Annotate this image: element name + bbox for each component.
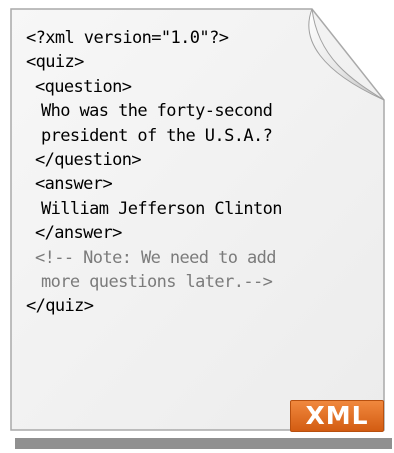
code-comment-line: more questions later.--> [41, 271, 273, 292]
xml-badge: XML [290, 400, 384, 432]
code-line: <question> [35, 76, 132, 97]
code-line: Who was the forty-second [41, 101, 273, 122]
code-line: <?xml version="1.0"?> [26, 28, 229, 48]
code-comment-line: <!-- Note: We need to add [35, 247, 276, 268]
code-line: president of the U.S.A.? [41, 125, 273, 146]
code-line: </answer> [35, 223, 122, 244]
code-line: </question> [35, 149, 142, 170]
xml-code-block: <?xml version="1.0"?> <quiz> <question> Who… [26, 26, 376, 319]
code-line: <answer> [35, 174, 113, 195]
xml-file-illustration: <?xml version="1.0"?> <quiz> <question> Who… [0, 0, 394, 453]
code-line: William Jefferson Clinton [41, 198, 282, 219]
code-line: </quiz> [26, 296, 94, 317]
code-line: <quiz> [26, 52, 84, 73]
